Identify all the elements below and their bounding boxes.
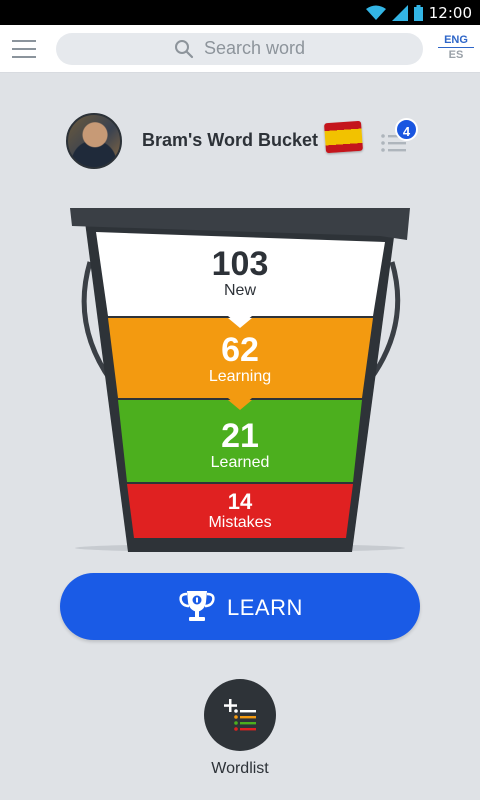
list-count-badge: 4 bbox=[395, 118, 418, 141]
learning-count: 62 bbox=[221, 331, 259, 369]
mistakes-label: Mistakes bbox=[208, 514, 272, 531]
learning-label: Learning bbox=[208, 368, 272, 385]
learned-count: 21 bbox=[221, 417, 259, 455]
battery-icon bbox=[413, 4, 423, 21]
language-to: ES bbox=[448, 49, 464, 61]
level-learned[interactable]: 21 Learned bbox=[0, 418, 480, 472]
top-bar: Search word ENG ES bbox=[0, 25, 480, 73]
status-icons: 12:00 bbox=[365, 3, 472, 22]
hamburger-menu-icon[interactable] bbox=[12, 40, 36, 58]
wifi-icon bbox=[365, 5, 386, 20]
learned-label: Learned bbox=[210, 454, 270, 471]
avatar[interactable] bbox=[66, 113, 122, 169]
wordlist-button[interactable] bbox=[204, 679, 276, 751]
level-learning[interactable]: 62 Learning bbox=[0, 332, 480, 386]
bucket-title: Bram's Word Bucket bbox=[142, 130, 318, 150]
new-count: 103 bbox=[211, 245, 269, 283]
trophy-icon bbox=[179, 591, 215, 621]
wordlist-label: Wordlist bbox=[211, 760, 269, 777]
learn-button-label: LEARN bbox=[227, 595, 303, 620]
add-wordlist-icon bbox=[224, 699, 256, 731]
signal-icon bbox=[391, 4, 408, 21]
language-from: ENG bbox=[438, 34, 474, 48]
status-time: 12:00 bbox=[428, 3, 472, 22]
new-label: New bbox=[223, 282, 256, 299]
level-mistakes[interactable]: 14 Mistakes bbox=[0, 490, 480, 532]
spain-flag-icon[interactable] bbox=[323, 120, 364, 154]
search-input[interactable]: Search word bbox=[56, 33, 423, 65]
level-new[interactable]: 103 New bbox=[0, 246, 480, 300]
status-bar: 12:00 bbox=[0, 0, 480, 25]
search-placeholder: Search word bbox=[204, 38, 306, 58]
search-icon bbox=[175, 40, 194, 59]
language-switch[interactable]: ENG ES bbox=[438, 34, 474, 61]
learn-button[interactable]: LEARN bbox=[60, 573, 420, 640]
mistakes-count: 14 bbox=[227, 489, 253, 514]
